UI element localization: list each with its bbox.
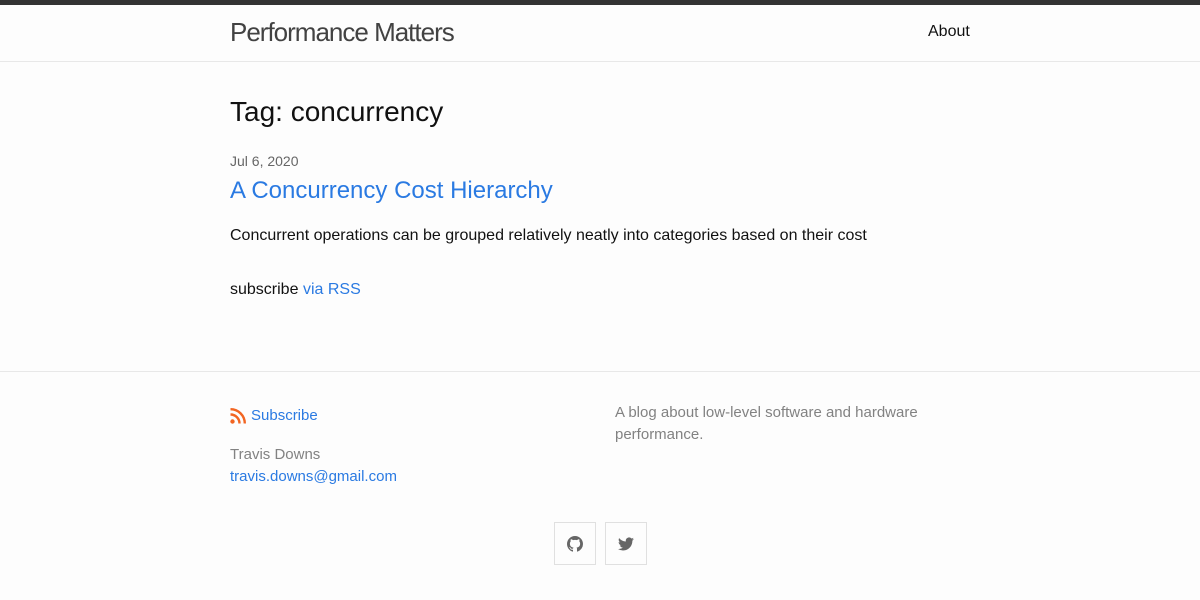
- footer-description: A blog about low-level software and hard…: [615, 404, 918, 443]
- footer-subscribe-label: Subscribe: [251, 407, 318, 424]
- rss-icon: [230, 408, 246, 424]
- footer-email-link[interactable]: travis.downs@gmail.com: [230, 467, 397, 487]
- post-title-link[interactable]: A Concurrency Cost Hierarchy: [230, 176, 553, 206]
- github-button[interactable]: [554, 522, 596, 565]
- footer-author: Travis Downs: [230, 446, 321, 463]
- rss-subscribe-line: subscribe via RSS: [230, 280, 361, 300]
- footer-subscribe-link[interactable]: Subscribe: [230, 406, 318, 426]
- page-title: Tag: concurrency: [230, 96, 444, 127]
- twitter-button[interactable]: [605, 522, 647, 565]
- site-footer: Subscribe Travis Downs travis.downs@gmai…: [0, 371, 1200, 600]
- post-date: Jul 6, 2020: [230, 153, 299, 169]
- twitter-icon: [618, 537, 634, 550]
- site-title[interactable]: Performance Matters: [230, 16, 455, 48]
- site-header: Performance Matters About: [0, 5, 1200, 62]
- nav-item-about[interactable]: About: [928, 22, 970, 42]
- rss-link[interactable]: via RSS: [303, 281, 361, 298]
- github-icon: [567, 535, 583, 552]
- rss-subscribe-text: subscribe: [230, 281, 299, 298]
- post-excerpt: Concurrent operations can be grouped rel…: [230, 227, 867, 244]
